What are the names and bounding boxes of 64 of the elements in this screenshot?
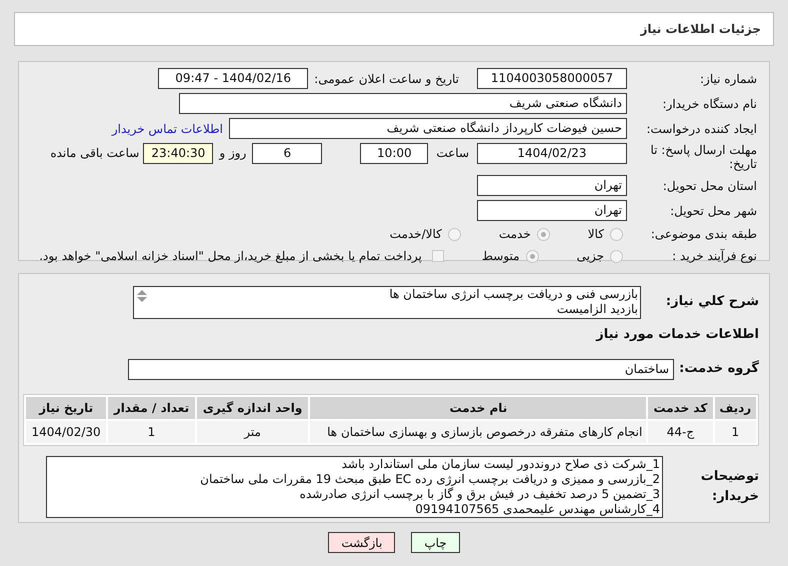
text-field[interactable]: 1404/02/23 (477, 143, 627, 164)
field-label: گروه خدمت: (678, 359, 759, 378)
radio-button[interactable] (536, 228, 550, 240)
column-header: تاریخ نیاز (26, 396, 106, 418)
scroll-arrows-icon (136, 289, 148, 303)
buyer-contact-link[interactable]: اطلاعات تماس خریدار (112, 120, 223, 138)
notes-textarea[interactable] (46, 456, 663, 518)
radio-label: جزیی (576, 248, 604, 265)
table-cell: انجام کارهای متفرقه درخصوص بازسازی و بهسازی ساختمان ها (310, 420, 646, 442)
field-label: نام دستگاه خریدار: (662, 96, 757, 112)
column-header: نام خدمت (310, 396, 646, 418)
text-line: بازرسی فنی و دریافت برچسب انرژی ساختمان ها (389, 287, 638, 302)
table-cell: 1404/02/30 (26, 420, 106, 442)
text-field[interactable]: حسین فیوضات کارپرداز دانشگاه صنعتی شریف (229, 118, 627, 139)
field-label: روز و (219, 145, 246, 162)
radio-button[interactable] (448, 228, 461, 240)
section-title: اطلاعات خدمات مورد نیاز (594, 326, 759, 344)
radio-label: کالا (588, 226, 604, 243)
back-button[interactable]: بازگشت (328, 532, 396, 553)
text-field[interactable]: 1404/02/16 - 09:47 (158, 68, 308, 89)
text-field[interactable]: 10:00 (360, 143, 428, 164)
text-line: 2_بازرسی و ممیزی و دریافت برچسب انرژی رده EC طبق مبحث 19 مقررات ملی ساختمان (199, 472, 660, 486)
field-label: ساعت باقی مانده (50, 145, 140, 162)
page-title: جزئیات اطلاعات نیاز (640, 21, 761, 38)
text-field[interactable]: تهران (477, 175, 627, 196)
field-label: شهر محل تحویل: (669, 202, 757, 220)
table-cell: ج-44 (648, 420, 713, 442)
field-label: مهلت ارسال پاسخ: تا تاریخ: (649, 143, 757, 171)
field-label: تاریخ و ساعت اعلان عمومی: (314, 70, 459, 88)
field-label: طبقه بندی موضوعی: (650, 226, 757, 243)
text-field[interactable]: دانشگاه صنعتی شریف (179, 93, 627, 114)
radio-button[interactable] (610, 250, 623, 262)
field-label: ایجاد کننده درخواست: (645, 120, 757, 138)
radio-button[interactable] (526, 250, 539, 262)
radio-label: کالا/خدمت (390, 226, 442, 243)
text-line: 1_شرکت ذی صلاح درونددور لیست سازمان ملی استاندارد باشد (340, 456, 660, 472)
text-field[interactable]: 1104003058000057 (477, 68, 627, 89)
radio-label: متوسط (482, 248, 520, 265)
column-header: واحد اندازه گیری (196, 396, 308, 418)
field-label: شرح کلي نياز: (664, 293, 759, 311)
summary-textarea[interactable]: بازرسی فنی و دریافت برچسب انرژی ساختمان ها بازدید الزامیست (133, 286, 641, 319)
text-line: 3_تضمین 5 درصد تخفیف در فیش برق و گاز با برچسب انرژی صادرشده (298, 486, 660, 502)
field-label: استان محل تحویل: (662, 178, 757, 194)
column-header: کد خدمت (648, 396, 713, 418)
text-line: بازدید الزامیست (556, 302, 638, 317)
field-label: ساعت (436, 145, 469, 162)
table-cell: 1 (108, 420, 195, 442)
radio-label: خدمت (498, 226, 531, 243)
table-cell: متر (196, 420, 308, 442)
text-field[interactable]: ساختمان (128, 358, 674, 380)
table-cell: 1 (714, 420, 756, 442)
field-label: شماره نیاز: (699, 70, 757, 88)
checkbox-label: پرداخت تمام یا بخشی از مبلغ خرید،از محل "اسناد خزانه اسلامی" خواهد بود. (39, 248, 422, 265)
column-header: ردیف (714, 396, 756, 418)
radio-button[interactable] (610, 228, 623, 240)
text-field[interactable]: 23:40:30 (143, 143, 214, 164)
text-field[interactable]: تهران (477, 200, 627, 221)
field-label: توضیحات خریدار: (700, 468, 759, 506)
text-line: 4_کارشناس مهندس علیمحمدی 09194107565 (414, 502, 660, 516)
field-label: نوع فرآیند خرید : (671, 248, 757, 265)
print-button[interactable]: چاپ (411, 532, 460, 553)
checkbox[interactable] (432, 250, 444, 262)
column-header: تعداد / مقدار (108, 396, 195, 418)
text-field[interactable]: 6 (252, 143, 322, 164)
